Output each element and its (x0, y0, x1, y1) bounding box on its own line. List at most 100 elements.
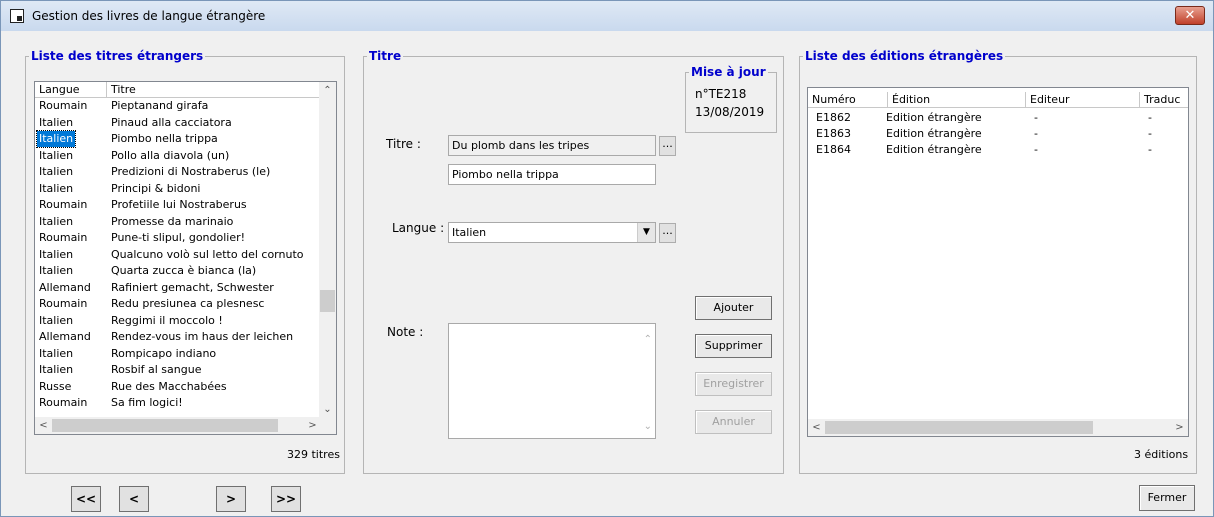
list-item-titre: Principi & bidoni (111, 181, 201, 195)
table-cell: E1862 (816, 111, 851, 124)
list-item-langue: Italien (35, 130, 77, 148)
note-textarea[interactable]: ⌃ ⌄ (448, 323, 656, 439)
scroll-left-icon[interactable]: < (808, 419, 825, 436)
table-cell: - (1034, 111, 1038, 124)
delete-button[interactable]: Supprimer (695, 334, 772, 358)
list-item-titre: Promesse da marinaio (111, 214, 234, 228)
vertical-scrollbar[interactable]: ⌃ ⌄ (319, 82, 336, 418)
list-item[interactable]: Italien Principi & bidoni (35, 181, 321, 197)
list-item-titre: Quarta zucca è bianca (la) (111, 264, 257, 277)
list-item[interactable]: Russe Rue des Macchabées (35, 379, 321, 395)
list-item[interactable]: Italien Rompicapo indiano (35, 346, 321, 362)
scroll-thumb[interactable] (825, 421, 1093, 434)
scroll-down-icon[interactable]: ⌄ (319, 401, 336, 418)
list-item-titre: Qualcuno volò sul letto del cornuto (111, 247, 304, 261)
list-item-langue: Roumain (39, 297, 88, 310)
horizontal-scrollbar[interactable]: < > (808, 419, 1188, 436)
table-row[interactable]: E1864 Edition étrangère - - (808, 142, 1188, 158)
scroll-up-icon[interactable]: ⌃ (644, 330, 652, 349)
first-record-button[interactable]: << (71, 486, 101, 512)
scroll-up-icon[interactable]: ⌃ (319, 82, 336, 99)
list-item[interactable]: Allemand Rendez-vous im haus der leichen (35, 329, 321, 345)
table-cell: - (1148, 127, 1152, 140)
foreign-editions-list[interactable]: Numéro Édition Editeur Traduc E1862 Editi… (807, 87, 1189, 437)
cancel-button[interactable]: Annuler (695, 410, 772, 434)
table-cell: Edition étrangère (886, 143, 982, 156)
list-item-langue: Roumain (39, 198, 88, 211)
language-select[interactable]: Italien ▼ (448, 222, 656, 243)
list-item[interactable]: Italien Rosbif al sangue (35, 362, 321, 378)
add-button[interactable]: Ajouter (695, 296, 772, 320)
scroll-down-icon[interactable]: ⌄ (644, 417, 652, 436)
previous-record-button[interactable]: < (119, 486, 149, 512)
table-row[interactable]: E1863 Edition étrangère - - (808, 126, 1188, 142)
list-item[interactable]: Italien Predizioni di Nostraberus (le) (35, 164, 321, 180)
list-item[interactable]: Roumain Pune-ti slipul, gondolier! (35, 230, 321, 246)
table-cell: Edition étrangère (886, 111, 982, 124)
scroll-left-icon[interactable]: < (35, 417, 52, 434)
horizontal-scrollbar[interactable]: < > (35, 417, 321, 434)
list-item[interactable]: Italien Pinaud alla cacciatora (35, 115, 321, 131)
list-item-langue: Italien (39, 264, 74, 277)
column-header-editeur[interactable]: Editeur (1026, 92, 1140, 108)
foreign-titles-list[interactable]: Langue Titre Roumain Pieptanand girafa Ita… (34, 81, 337, 435)
foreign-title-field[interactable]: Piombo nella trippa (448, 164, 656, 185)
list-item-langue: Italien (39, 346, 74, 360)
list-item-titre: Pinaud alla cacciatora (111, 115, 232, 129)
langue-label: Langue : (392, 221, 445, 235)
save-button[interactable]: Enregistrer (695, 372, 772, 396)
list-item[interactable]: Italien Reggimi il moccolo ! (35, 313, 321, 329)
list-item[interactable]: Roumain Sa fim logici! (35, 395, 321, 411)
next-record-button[interactable]: > (216, 486, 246, 512)
list-item-titre: Predizioni di Nostraberus (le) (111, 165, 271, 178)
close-button[interactable]: ✕ (1175, 6, 1205, 25)
column-header-langue[interactable]: Langue (35, 82, 107, 98)
dropdown-arrow-icon[interactable]: ▼ (637, 223, 655, 242)
list-item-titre: Pune-ti slipul, gondolier! (111, 231, 246, 244)
list-item-titre: Profetiile lui Nostraberus (111, 198, 247, 211)
list-item[interactable]: Roumain Profetiile lui Nostraberus (35, 197, 321, 213)
list-item-titre: Pollo alla diavola (un) (111, 148, 230, 162)
foreign-editions-legend: Liste des éditions étrangères (805, 49, 1004, 63)
title-legend: Titre (369, 49, 402, 63)
column-header-numero[interactable]: Numéro (808, 92, 888, 108)
table-row[interactable]: E1862 Edition étrangère - - (808, 110, 1188, 126)
list-item-langue: Italien (39, 363, 74, 376)
list-item[interactable]: Italien Qualcuno volò sul letto del cornu… (35, 247, 321, 263)
list-item-langue: Italien (39, 214, 74, 228)
scroll-right-icon[interactable]: > (1171, 419, 1188, 436)
original-title-field: Du plomb dans les tripes (448, 135, 656, 156)
browse-title-button[interactable]: ... (659, 136, 676, 156)
scroll-thumb[interactable] (320, 290, 335, 312)
column-header-traduc[interactable]: Traduc (1140, 92, 1188, 108)
scroll-corner (319, 417, 336, 434)
last-record-button[interactable]: >> (271, 486, 301, 512)
scroll-thumb[interactable] (52, 419, 278, 432)
list-item[interactable]: Italien Promesse da marinaio (35, 214, 321, 230)
list-item-titre: Rompicapo indiano (111, 346, 217, 360)
list-item[interactable]: Allemand Rafiniert gemacht, Schwester (35, 280, 321, 296)
list-item[interactable]: Roumain Pieptanand girafa (35, 98, 321, 114)
language-select-value: Italien (452, 226, 487, 239)
list-item[interactable]: Italien Pollo alla diavola (un) (35, 148, 321, 164)
browse-language-button[interactable]: ... (659, 223, 676, 243)
list-item-langue: Italien (39, 148, 74, 162)
table-cell: - (1148, 143, 1152, 156)
list-item-langue: Roumain (39, 99, 88, 112)
list-item[interactable]: Italien Quarta zucca è bianca (la) (35, 263, 321, 279)
column-header-edition[interactable]: Édition (888, 92, 1026, 108)
update-date: 13/08/2019 (695, 105, 765, 119)
column-header-titre[interactable]: Titre (107, 82, 321, 98)
list-item-langue: Russe (39, 379, 72, 393)
titles-count: 329 titres (287, 448, 340, 461)
table-cell: - (1034, 143, 1038, 156)
editions-count: 3 éditions (1134, 448, 1189, 461)
list-item-langue: Allemand (39, 330, 91, 343)
app-icon (10, 9, 24, 23)
list-item[interactable]: Italien Piombo nella trippa (35, 130, 321, 148)
list-item[interactable]: Roumain Redu presiunea ca plesnesc (35, 296, 321, 312)
close-dialog-button[interactable]: Fermer (1139, 485, 1195, 511)
main-window: Gestion des livres de langue étrangère ✕… (0, 0, 1214, 517)
window-title: Gestion des livres de langue étrangère (32, 9, 266, 23)
title-bar: Gestion des livres de langue étrangère ✕ (1, 1, 1213, 31)
